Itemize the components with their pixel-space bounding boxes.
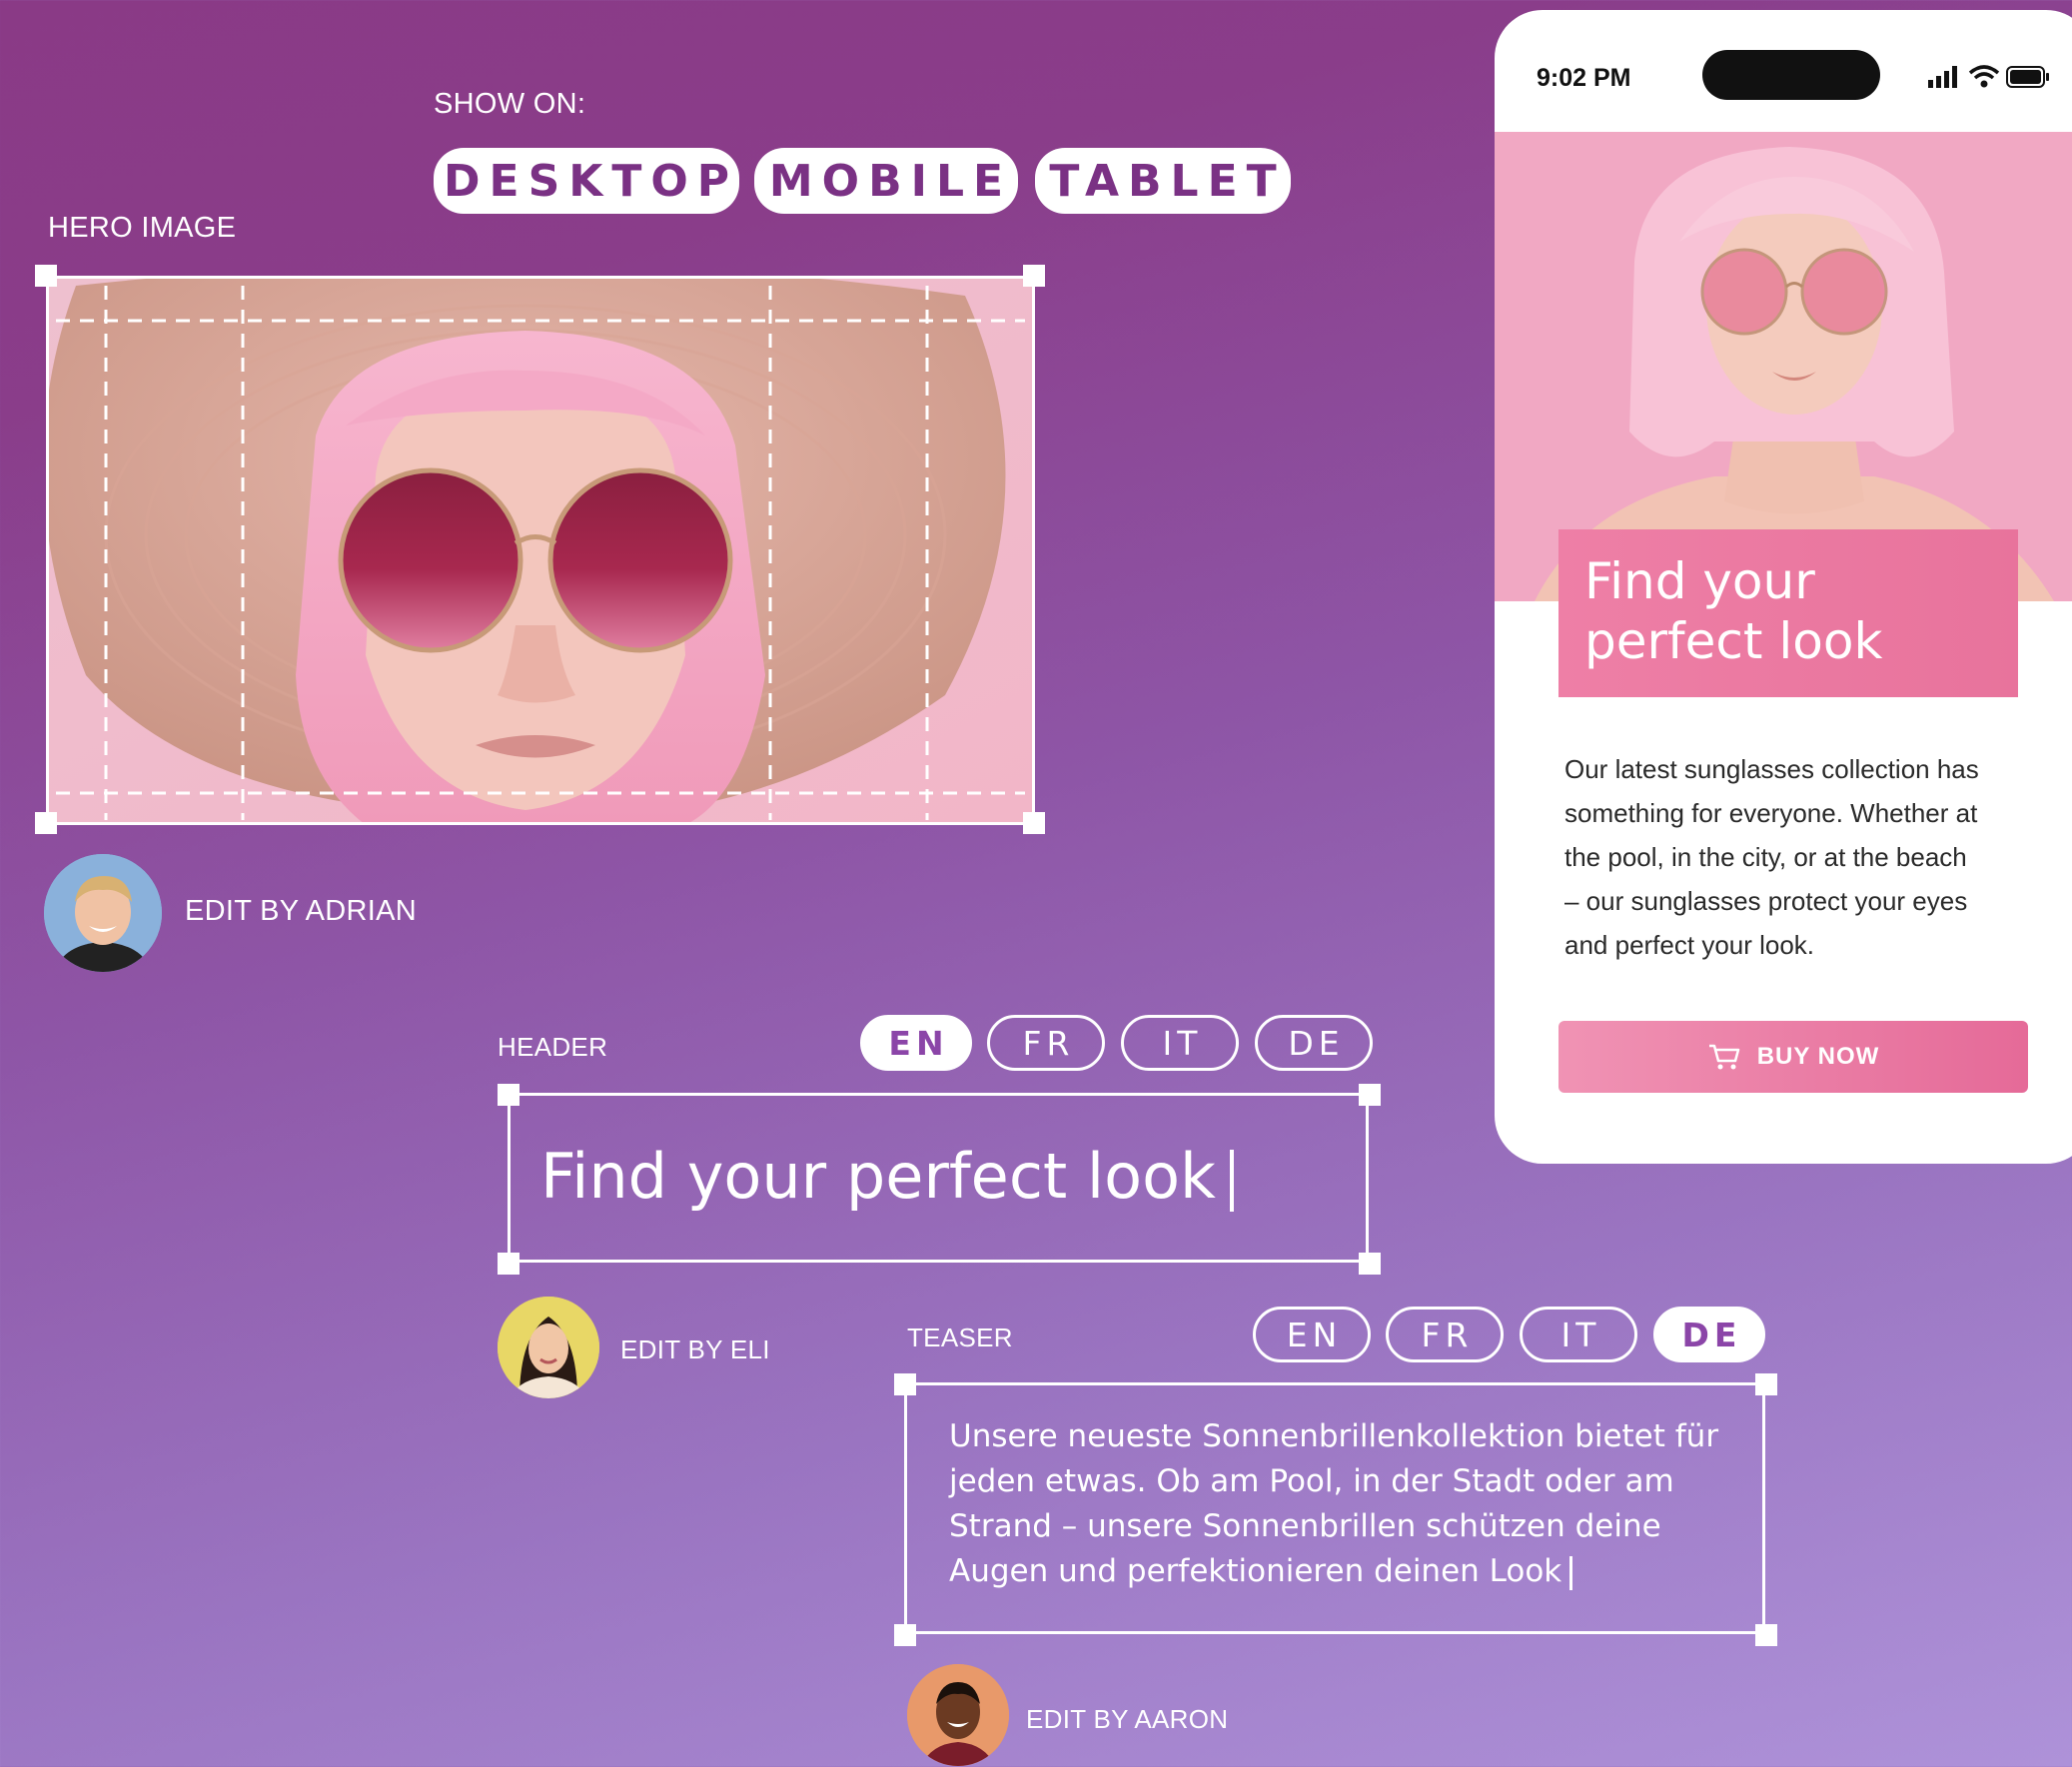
header-resize-handle-bottom-left[interactable]: [498, 1253, 519, 1275]
hero-editor-label: EDIT BY ADRIAN: [185, 895, 417, 927]
teaser-line: Augen und perfektionieren deinen Look: [949, 1553, 1562, 1589]
show-on-tablet-button[interactable]: TABLET: [1035, 148, 1291, 214]
wifi-icon: [1968, 65, 2000, 88]
text-caret: [1229, 1149, 1234, 1212]
buy-now-button[interactable]: BUY NOW: [1558, 1021, 2028, 1093]
teaser-lang-it[interactable]: IT: [1520, 1307, 1637, 1362]
mobile-headline: Find your perfect look: [1558, 529, 2018, 697]
header-lang-en[interactable]: EN: [860, 1015, 972, 1071]
header-resize-handle-bottom-right[interactable]: [1359, 1253, 1381, 1275]
resize-handle-top-right[interactable]: [1023, 265, 1045, 287]
mobile-body-line: the pool, in the city, or at the beach: [1564, 842, 1967, 872]
avatar-aaron: [907, 1664, 1009, 1766]
header-editor-label: EDIT BY ELI: [620, 1334, 770, 1364]
teaser-line: Strand – unsere Sonnenbrillen schützen d…: [949, 1508, 1661, 1544]
mobile-body-line: something for everyone. Whether at: [1564, 798, 1978, 828]
mobile-preview: 9:02 PM Find your perfect look Our lates…: [1495, 10, 2072, 1164]
show-on-label: SHOW ON:: [434, 88, 586, 120]
resize-handle-top-left[interactable]: [35, 265, 57, 287]
mobile-body-line: and perfect your look.: [1564, 930, 1815, 960]
resize-handle-bottom-left[interactable]: [35, 812, 57, 834]
hero-crop-guides: [56, 286, 1025, 820]
teaser-field-label: TEASER: [907, 1323, 1013, 1352]
cart-icon: [1708, 1044, 1739, 1070]
resize-handle-bottom-right[interactable]: [1023, 812, 1045, 834]
header-resize-handle-top-left[interactable]: [498, 1084, 519, 1106]
teaser-resize-handle-top-left[interactable]: [894, 1373, 916, 1395]
teaser-lang-de[interactable]: DE: [1653, 1307, 1765, 1362]
hero-image-label: HERO IMAGE: [48, 212, 237, 244]
header-field-label: HEADER: [498, 1032, 608, 1062]
avatar-eli: [498, 1297, 599, 1398]
show-on-mobile-button[interactable]: MOBILE: [754, 148, 1018, 214]
mobile-headline-line: Find your: [1584, 552, 1815, 610]
mobile-headline-line: perfect look: [1584, 612, 1883, 670]
teaser-line: Unsere neueste Sonnenbrillenkollektion b…: [949, 1418, 1719, 1454]
mobile-body-line: – our sunglasses protect your eyes: [1564, 886, 1968, 916]
mobile-body-line: Our latest sunglasses collection has: [1564, 754, 1979, 784]
buy-now-label: BUY NOW: [1756, 1043, 1880, 1070]
teaser-resize-handle-top-right[interactable]: [1755, 1373, 1777, 1395]
battery-icon: [2006, 66, 2049, 88]
header-lang-de[interactable]: DE: [1255, 1015, 1373, 1071]
teaser-resize-handle-bottom-right[interactable]: [1755, 1624, 1777, 1646]
teaser-resize-handle-bottom-left[interactable]: [894, 1624, 916, 1646]
header-lang-it[interactable]: IT: [1121, 1015, 1239, 1071]
teaser-lang-fr[interactable]: FR: [1386, 1307, 1504, 1362]
teaser-line: jeden etwas. Ob am Pool, in der Stadt od…: [949, 1463, 1674, 1499]
text-caret: [1569, 1555, 1573, 1590]
dynamic-island: [1702, 50, 1880, 100]
teaser-lang-en[interactable]: EN: [1253, 1307, 1371, 1362]
header-resize-handle-top-right[interactable]: [1359, 1084, 1381, 1106]
header-lang-fr[interactable]: FR: [987, 1015, 1105, 1071]
teaser-editor-label: EDIT BY AARON: [1026, 1704, 1229, 1734]
avatar-adrian: [44, 854, 162, 972]
signal-icon: [1928, 66, 1957, 88]
header-text: Find your perfect look: [540, 1140, 1216, 1213]
header-text-value: Find your perfect look: [540, 1139, 1234, 1215]
mobile-body-text: Our latest sunglasses collection has som…: [1564, 747, 2034, 967]
status-time: 9:02 PM: [1537, 64, 1631, 92]
teaser-text-value: Unsere neueste Sonnenbrillenkollektion b…: [949, 1414, 1718, 1594]
show-on-desktop-button[interactable]: DESKTOP: [434, 148, 739, 214]
